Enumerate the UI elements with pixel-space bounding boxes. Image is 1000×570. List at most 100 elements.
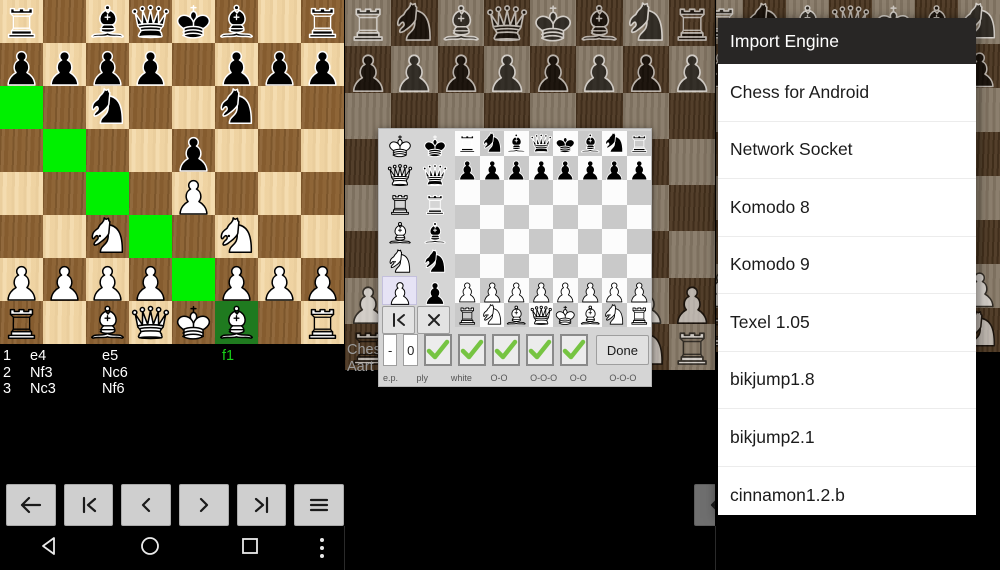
edit-square-g8[interactable] (602, 131, 627, 156)
toolbar-last-move-button[interactable] (236, 484, 287, 526)
edit-square-g2[interactable] (602, 278, 627, 303)
square-h3[interactable] (668, 231, 715, 278)
palette-white-bishop[interactable] (382, 218, 417, 247)
square-b7[interactable] (43, 43, 86, 86)
edit-square-a8[interactable] (455, 131, 480, 156)
edit-square-c6[interactable] (504, 180, 529, 205)
edit-square-e3[interactable] (553, 253, 578, 278)
chess-board-left[interactable] (0, 0, 344, 344)
edit-square-a7[interactable] (455, 155, 480, 180)
edit-square-e8[interactable] (553, 131, 578, 156)
edit-square-b6[interactable] (479, 180, 504, 205)
square-h6[interactable] (668, 92, 715, 139)
edit-square-g4[interactable] (602, 229, 627, 254)
edit-square-d7[interactable] (528, 155, 553, 180)
ply-field[interactable]: 0 (403, 334, 418, 366)
edit-square-g7[interactable] (602, 155, 627, 180)
edit-square-a2[interactable] (455, 278, 480, 303)
square-e7[interactable] (530, 46, 577, 93)
square-g8[interactable] (258, 0, 301, 43)
square-g1[interactable] (258, 301, 301, 344)
edit-square-f8[interactable] (577, 131, 602, 156)
ep-field[interactable]: - (383, 334, 398, 366)
checkbox-white-kingside-castle[interactable] (457, 334, 486, 366)
square-e6[interactable] (172, 86, 215, 129)
square-h7[interactable] (668, 46, 715, 93)
edit-square-a6[interactable] (455, 180, 480, 205)
square-f6[interactable] (215, 86, 258, 129)
edit-square-e6[interactable] (553, 180, 578, 205)
edit-square-a3[interactable] (455, 253, 480, 278)
edit-square-f3[interactable] (577, 253, 602, 278)
move-white[interactable]: Nf3 (30, 365, 102, 382)
edit-square-c4[interactable] (504, 229, 529, 254)
edit-square-g6[interactable] (602, 180, 627, 205)
square-d6[interactable] (129, 86, 172, 129)
square-g8[interactable] (622, 0, 669, 47)
edit-square-b7[interactable] (479, 155, 504, 180)
edit-square-a4[interactable] (455, 229, 480, 254)
square-h4[interactable] (301, 172, 344, 215)
edit-square-d2[interactable] (528, 278, 553, 303)
edit-square-b2[interactable] (479, 278, 504, 303)
move-row[interactable]: 2 Nf3 Nc6 (0, 365, 344, 382)
toolbar-next-move-button[interactable] (179, 484, 229, 526)
palette-black-bishop[interactable] (417, 218, 452, 247)
palette-white-pawn[interactable] (382, 276, 417, 305)
square-b6[interactable] (43, 86, 86, 129)
square-h2[interactable] (668, 277, 715, 324)
square-h3[interactable] (301, 215, 344, 258)
square-a5[interactable] (0, 129, 43, 172)
edit-square-h8[interactable] (626, 131, 651, 156)
palette-white-queen[interactable] (382, 160, 417, 189)
edit-square-c8[interactable] (504, 131, 529, 156)
square-h1[interactable] (668, 323, 715, 370)
square-h4[interactable] (668, 185, 715, 232)
edit-square-c1[interactable] (504, 302, 529, 327)
square-d1[interactable] (129, 301, 172, 344)
edit-square-f1[interactable] (577, 302, 602, 327)
square-d7[interactable] (129, 43, 172, 86)
edit-square-f5[interactable] (577, 204, 602, 229)
palette-black-king[interactable] (417, 131, 452, 160)
nav-home-button[interactable] (100, 536, 200, 561)
edit-square-b3[interactable] (479, 253, 504, 278)
square-g7[interactable] (258, 43, 301, 86)
nav-overflow-button[interactable] (300, 536, 344, 560)
edit-square-d5[interactable] (528, 204, 553, 229)
move-row[interactable]: 1 e4 e5 f1 (0, 348, 344, 365)
square-e2[interactable] (172, 258, 215, 301)
edit-square-b1[interactable] (479, 302, 504, 327)
square-f3[interactable] (215, 215, 258, 258)
square-c6[interactable] (86, 86, 129, 129)
square-d8[interactable] (129, 0, 172, 43)
edit-square-h7[interactable] (626, 155, 651, 180)
engine-item[interactable]: Texel 1.05 (718, 294, 976, 352)
square-f8[interactable] (215, 0, 258, 43)
move-row[interactable]: 3 Nc3 Nf6 (0, 381, 344, 398)
square-f4[interactable] (215, 172, 258, 215)
square-b4[interactable] (43, 172, 86, 215)
square-h7[interactable] (301, 43, 344, 86)
palette-white-king[interactable] (382, 131, 417, 160)
edit-square-c2[interactable] (504, 278, 529, 303)
edit-square-f7[interactable] (577, 155, 602, 180)
square-c7[interactable] (437, 46, 484, 93)
engine-item[interactable]: Chess for Android (718, 64, 976, 122)
edit-square-e4[interactable] (553, 229, 578, 254)
square-h5[interactable] (301, 129, 344, 172)
square-g2[interactable] (258, 258, 301, 301)
edit-square-f4[interactable] (577, 229, 602, 254)
edit-board-dialog[interactable]: - 0 Done e.p. ply white O-O O-O-O O-O O-… (378, 128, 652, 387)
square-e1[interactable] (172, 301, 215, 344)
edit-square-d3[interactable] (528, 253, 553, 278)
square-d3[interactable] (129, 215, 172, 258)
square-g6[interactable] (258, 86, 301, 129)
square-e3[interactable] (172, 215, 215, 258)
square-f7[interactable] (576, 46, 623, 93)
engine-item[interactable]: cinnamon1.2.b (718, 467, 976, 516)
square-h5[interactable] (668, 138, 715, 185)
edit-square-e7[interactable] (553, 155, 578, 180)
toolbar-back-arrow-button[interactable] (6, 484, 56, 526)
square-a6[interactable] (0, 86, 43, 129)
